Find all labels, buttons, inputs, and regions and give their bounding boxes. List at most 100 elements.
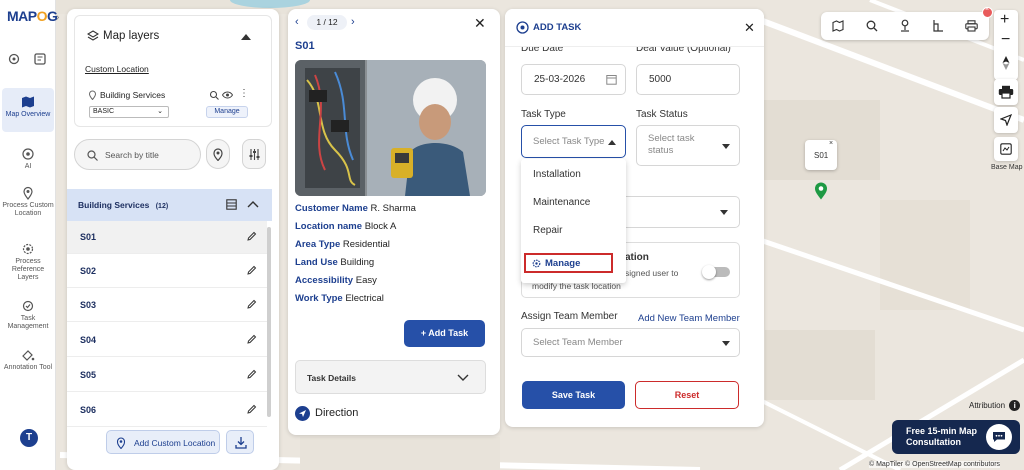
more-options-icon[interactable]: ⋮: [239, 88, 249, 99]
task-type-label: Task Type: [521, 109, 566, 120]
base-map-button[interactable]: [994, 137, 1018, 161]
option-installation[interactable]: Installation: [533, 169, 581, 180]
layer-group-header[interactable]: Building Services (12): [67, 189, 272, 221]
caret-down-icon: [722, 341, 730, 346]
assign-team-member-label: Assign Team Member: [521, 311, 618, 322]
task-details-label: Task Details: [307, 373, 356, 383]
user-avatar[interactable]: T: [20, 429, 38, 447]
zoom-out-button[interactable]: −: [1001, 31, 1010, 49]
edit-pencil-icon[interactable]: [247, 334, 257, 344]
location-filter-button[interactable]: [206, 139, 230, 169]
info-icon[interactable]: i: [1009, 400, 1021, 411]
calendar-icon[interactable]: [606, 74, 617, 85]
task-status-select[interactable]: Select task status: [636, 125, 740, 166]
search-input[interactable]: Search by title: [74, 139, 201, 170]
task-details-accordion[interactable]: Task Details: [295, 360, 486, 394]
hidden-select[interactable]: [626, 196, 740, 228]
option-repair[interactable]: Repair: [533, 225, 562, 236]
field-customer-name: Customer Name R. Sharma: [295, 203, 416, 214]
measure-icon[interactable]: [932, 19, 944, 32]
add-custom-location-button[interactable]: Add Custom Location: [106, 430, 220, 454]
zoom-to-layer-icon[interactable]: [209, 90, 219, 100]
list-item[interactable]: S06: [67, 394, 267, 427]
compass-icon[interactable]: [1001, 56, 1011, 70]
edit-pencil-icon[interactable]: [247, 404, 257, 414]
marker-tooltip: × S01: [805, 140, 837, 170]
deal-value-field[interactable]: 5000: [636, 64, 740, 95]
feature-detail-panel: ‹ 1 / 12 › ✕ S01 Customer Name R. Sharma…: [288, 9, 500, 435]
promo-line-1: Free 15-min Map: [906, 426, 978, 436]
layers-icon: [87, 30, 99, 41]
list-item[interactable]: S04: [67, 324, 267, 357]
due-date-field[interactable]: 25-03-2026: [521, 64, 626, 95]
option-maintenance[interactable]: Maintenance: [533, 197, 590, 208]
notes-icon[interactable]: [33, 52, 47, 69]
table-view-icon[interactable]: [226, 199, 237, 210]
task-type-select[interactable]: Select Task Type: [521, 125, 626, 158]
add-custom-location-label: Add Custom Location: [134, 438, 216, 448]
field-location-name: Location name Block A: [295, 221, 397, 232]
rail-process-custom-location[interactable]: Process Custom Location: [2, 186, 54, 226]
close-icon[interactable]: ✕: [474, 15, 486, 32]
caret-up-icon: [608, 140, 616, 145]
layer-name: Building Services: [100, 90, 166, 100]
map-marker-icon[interactable]: [814, 182, 828, 200]
ai-icon: [22, 148, 34, 160]
save-task-button[interactable]: Save Task: [522, 381, 625, 409]
search-icon[interactable]: [866, 20, 878, 32]
chat-bubble-icon[interactable]: [986, 424, 1012, 450]
custom-location-tab[interactable]: Custom Location: [85, 64, 149, 74]
print-map-button[interactable]: [994, 79, 1018, 105]
rail-annotation-tool[interactable]: Annotation Tool: [2, 348, 54, 382]
team-member-select[interactable]: Select Team Member: [521, 328, 740, 357]
attribution-label[interactable]: Attribution i: [969, 400, 1021, 411]
edit-pencil-icon[interactable]: [247, 369, 257, 379]
edit-pencil-icon[interactable]: [247, 265, 257, 275]
location-permission-toggle[interactable]: [702, 265, 730, 279]
print-icon: [998, 85, 1014, 99]
add-new-team-member-link[interactable]: Add New Team Member: [638, 313, 740, 324]
list-item[interactable]: S03: [67, 289, 267, 322]
tooltip-close-icon[interactable]: ×: [829, 140, 833, 147]
add-task-button[interactable]: + Add Task: [404, 320, 485, 347]
user-location-icon[interactable]: [899, 19, 911, 32]
map-view-icon[interactable]: [832, 20, 844, 32]
filter-settings-button[interactable]: [242, 139, 266, 169]
close-icon[interactable]: ✕: [744, 20, 755, 36]
rail-ai[interactable]: AI: [2, 147, 54, 173]
map-credits: © MapTiler © OpenStreetMap contributors: [869, 461, 1001, 468]
list-item[interactable]: S02: [67, 255, 267, 288]
visibility-eye-icon[interactable]: [222, 91, 233, 99]
collapse-caret-icon[interactable]: [241, 34, 251, 40]
style-select[interactable]: BASIC ⌄: [89, 106, 169, 118]
rail-process-reference-layers[interactable]: Process Reference Layers: [2, 242, 54, 282]
gear-icon: [22, 243, 34, 255]
prev-arrow-icon[interactable]: ‹: [295, 16, 299, 28]
zoom-controls: + −: [994, 10, 1018, 80]
map-layers-panel: Map layers Custom Location Building Serv…: [67, 9, 279, 470]
manage-layer-button[interactable]: Manage: [206, 106, 248, 118]
next-arrow-icon[interactable]: ›: [351, 16, 355, 28]
settings-icon[interactable]: [7, 52, 21, 69]
list-item[interactable]: S05: [67, 359, 267, 392]
list-scrollbar[interactable]: [267, 227, 271, 417]
search-placeholder: Search by title: [105, 150, 159, 160]
print-icon[interactable]: [965, 20, 978, 32]
rail-task-management[interactable]: Task Management: [2, 299, 54, 333]
chevron-up-icon[interactable]: [247, 200, 259, 208]
consultation-promo[interactable]: Free 15-min Map Consultation: [892, 420, 1020, 454]
list-item[interactable]: S01: [67, 221, 267, 254]
edit-pencil-icon[interactable]: [247, 231, 257, 241]
field-work-type: Work Type Electrical: [295, 293, 384, 304]
paint-bucket-icon: [22, 350, 35, 361]
chevron-down-icon: ⌄: [157, 108, 163, 115]
download-button[interactable]: [226, 430, 254, 454]
manage-task-types-button[interactable]: Manage: [524, 253, 613, 273]
navigate-button[interactable]: [994, 107, 1018, 133]
notification-dot[interactable]: ×: [982, 6, 993, 18]
edit-pencil-icon[interactable]: [247, 299, 257, 309]
collapse-rail-icon[interactable]: ›: [56, 12, 66, 26]
reset-button[interactable]: Reset: [635, 381, 739, 409]
zoom-in-button[interactable]: +: [1000, 11, 1009, 29]
rail-map-overview[interactable]: Map Overview: [2, 88, 54, 132]
